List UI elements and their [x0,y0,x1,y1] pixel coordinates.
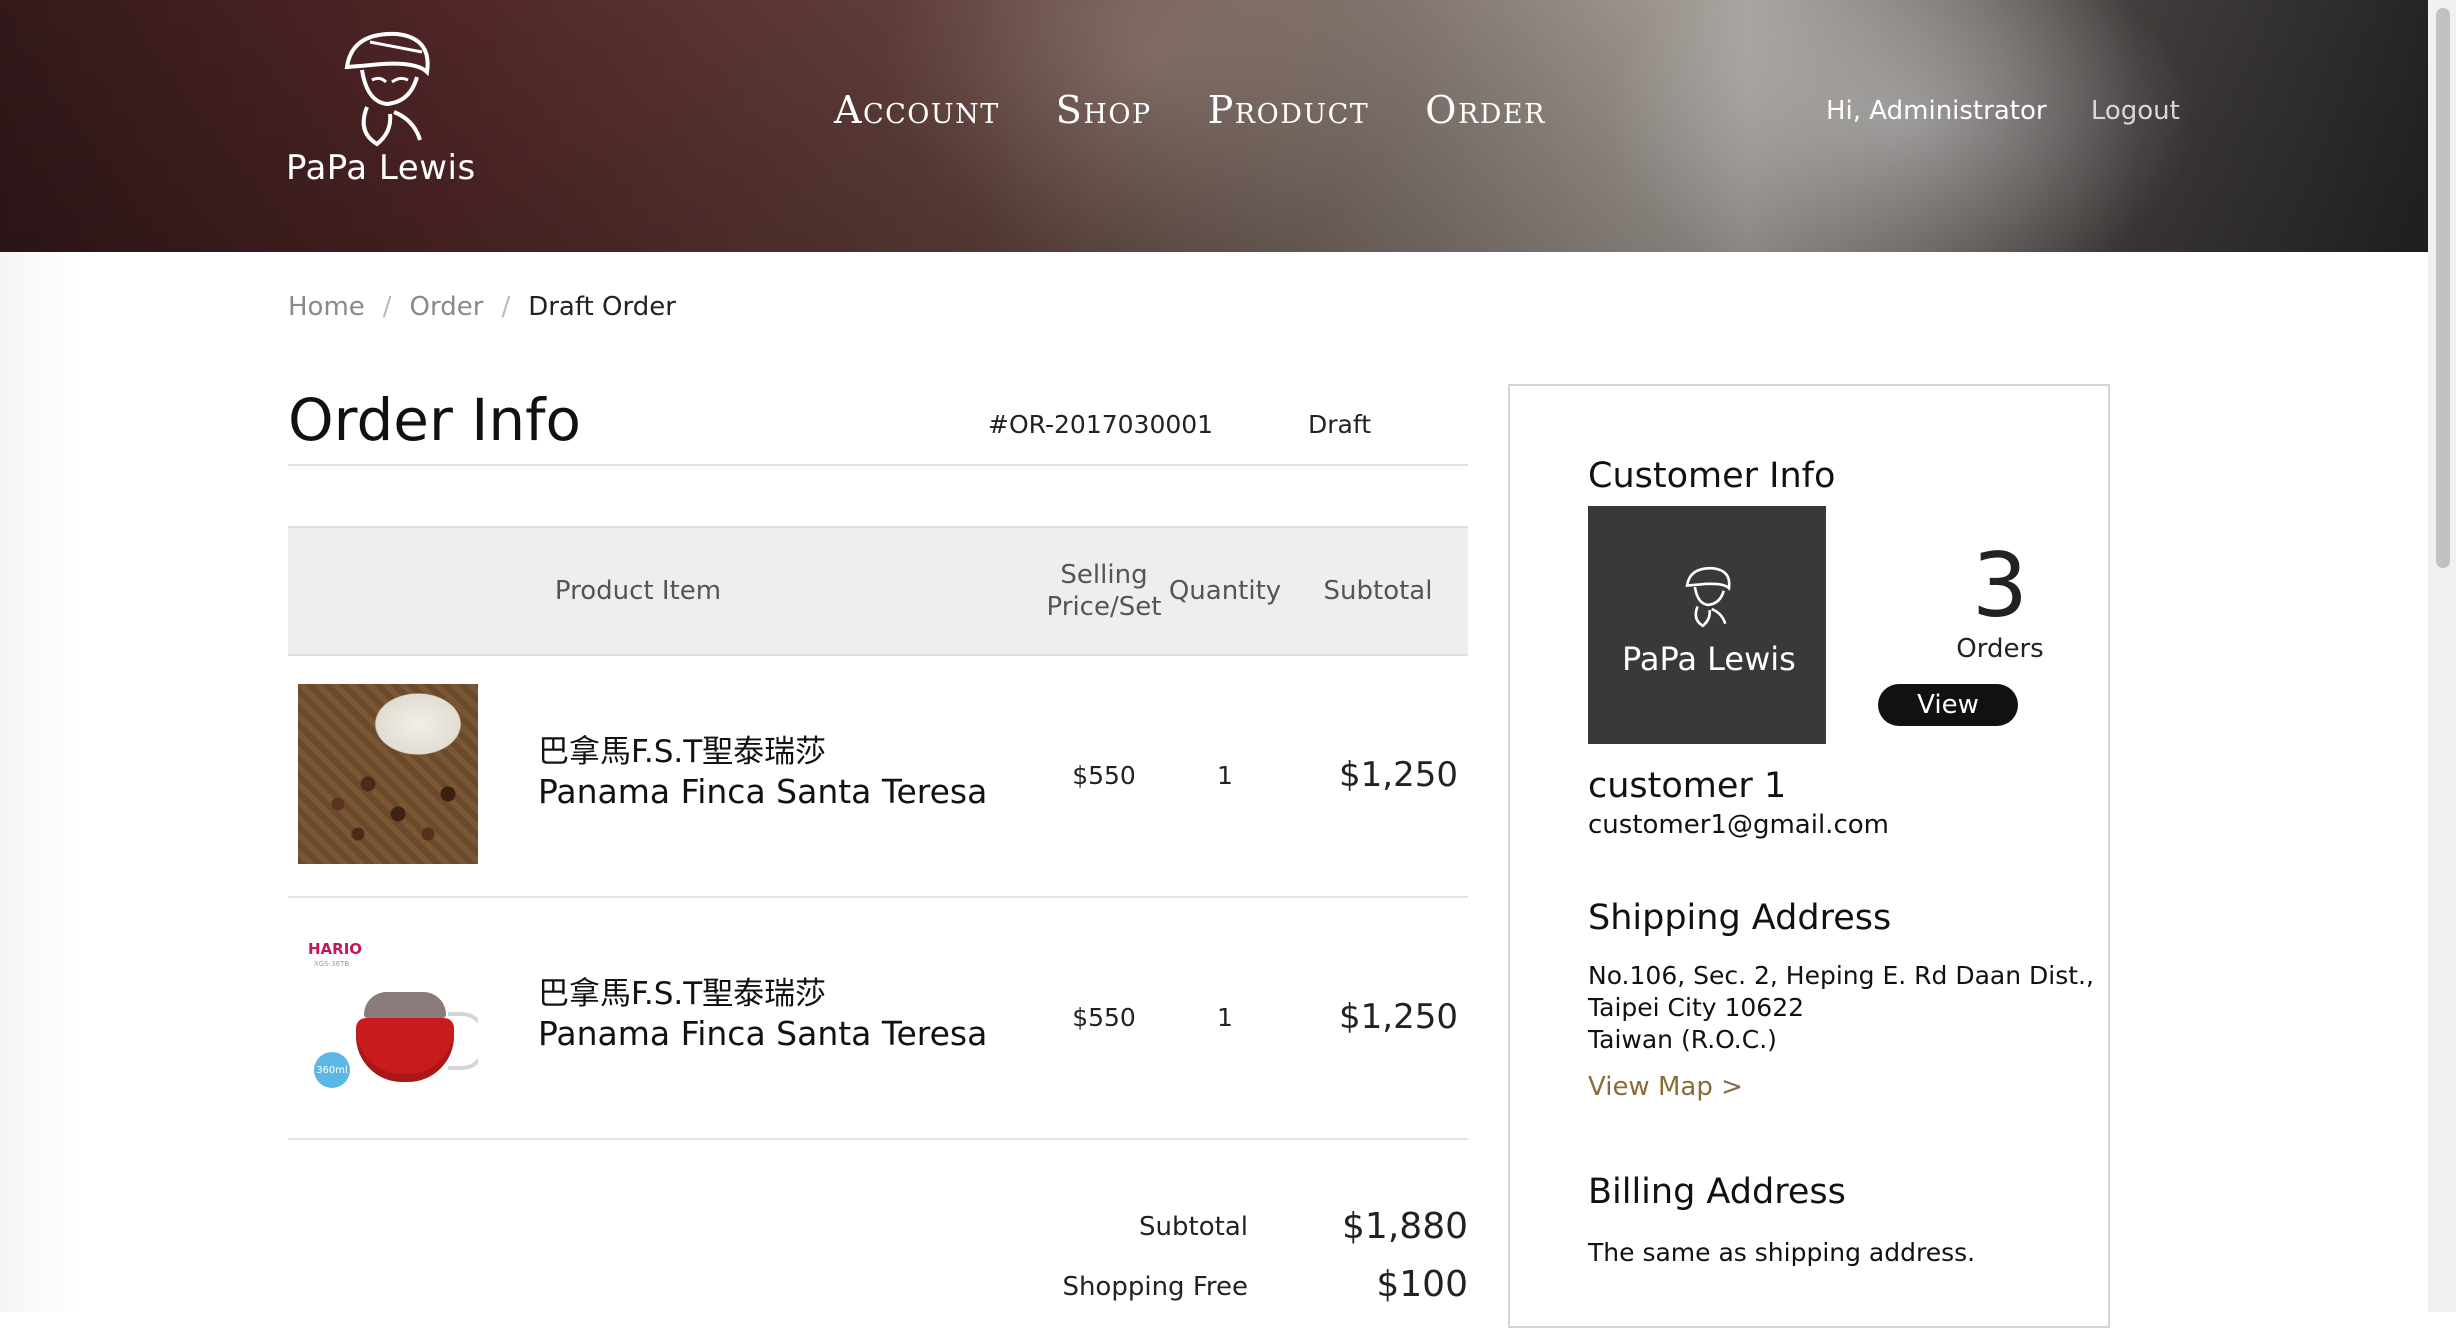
table-row: HARIO XGS-36TB 360ml 巴拿馬F.S.T聖泰瑞莎 Panama… [288,896,1468,1140]
breadcrumb-separator: / [382,292,392,322]
column-header-subtotal: Subtotal [1323,576,1433,606]
breadcrumb-separator: / [501,292,511,322]
main-nav: Account Shop Product Order [834,88,1602,132]
billing-address-heading: Billing Address [1588,1172,1846,1212]
shipping-value: $100 [1376,1264,1468,1305]
customer-info-heading: Customer Info [1588,456,1836,496]
page-title: Order Info [288,386,582,454]
product-image-hario-pot[interactable]: HARIO XGS-36TB 360ml [298,926,478,1106]
row-subtotal: $1,250 [1339,997,1458,1037]
hario-model-text: XGS-36TB [314,960,350,968]
breadcrumb-current: Draft Order [528,292,676,322]
product-name-zh: 巴拿馬F.S.T聖泰瑞莎 [538,734,827,770]
subtotal-label: Subtotal [1139,1212,1248,1242]
orders-count: 3 [1972,534,2028,637]
product-name-en: Panama Finca Santa Teresa [538,1014,988,1053]
quantity: 1 [1217,1002,1233,1032]
address-line: Taipei City 10622 [1588,993,1805,1022]
orders-label: Orders [1956,634,2044,664]
customer-email: customer1@gmail.com [1588,810,1889,840]
nav-order[interactable]: Order [1425,88,1546,132]
billing-address-text: The same as shipping address. [1588,1238,1976,1267]
brand-name: PaPa Lewis [286,148,476,188]
divider [288,464,1468,466]
breadcrumb-order[interactable]: Order [410,292,484,322]
customer-info-panel: Customer Info PaPa Lewis 3 Orders View c… [1508,384,2110,1328]
address-line: No.106, Sec. 2, Heping E. Rd Daan Dist., [1588,961,2094,990]
order-number: #OR-2017030001 [988,410,1214,439]
column-header-item: Product Item [554,576,722,606]
breadcrumb: Home / Order / Draft Order [288,292,676,322]
subtotal-value: $1,880 [1342,1206,1468,1247]
user-menu: Hi, Administrator Logout [1826,96,2180,126]
page-edge-shadow [0,252,80,1312]
pot-body-shape [356,1018,454,1082]
nav-account[interactable]: Account [834,88,1000,132]
view-orders-button[interactable]: View [1878,684,2018,726]
view-map-link[interactable]: View Map > [1588,1072,1743,1102]
table-header: Product Item Selling Price/Set Quantity … [288,526,1468,656]
product-name: 巴拿馬F.S.T聖泰瑞莎 Panama Finca Santa Teresa [538,732,987,812]
papa-lewis-logo-icon [1685,566,1731,628]
avatar-brand-text: PaPa Lewis [1622,640,1796,678]
selling-price: $550 [1072,1002,1136,1032]
hario-brand-text: HARIO [308,940,363,958]
scrollbar-thumb[interactable] [2436,8,2450,568]
row-subtotal: $1,250 [1339,755,1458,795]
column-header-quantity: Quantity [1168,576,1282,606]
logout-link[interactable]: Logout [2091,96,2180,126]
avatar: PaPa Lewis [1588,506,1826,744]
shipping-address: No.106, Sec. 2, Heping E. Rd Daan Dist.,… [1588,960,2094,1056]
selling-price: $550 [1072,760,1136,790]
breadcrumb-home[interactable]: Home [288,292,365,322]
shipping-label: Shopping Free [1062,1272,1248,1302]
product-name: 巴拿馬F.S.T聖泰瑞莎 Panama Finca Santa Teresa [538,974,987,1054]
volume-badge: 360ml [314,1052,350,1088]
quantity: 1 [1217,760,1233,790]
column-header-price: Selling Price/Set [1046,560,1162,622]
pot-lid-shape [364,992,446,1018]
nav-shop[interactable]: Shop [1056,88,1152,132]
shipping-address-heading: Shipping Address [1588,898,1892,938]
user-greeting[interactable]: Hi, Administrator [1826,96,2047,126]
coffee-beans-image [298,684,478,864]
hario-pot-image: HARIO XGS-36TB 360ml [298,926,478,1106]
address-line: Taiwan (R.O.C.) [1588,1025,1777,1054]
nav-product[interactable]: Product [1208,88,1370,132]
product-name-en: Panama Finca Santa Teresa [538,772,988,811]
brand-logo[interactable]: PaPa Lewis [282,22,492,192]
papa-lewis-logo-icon [344,31,430,147]
product-image-coffee-beans[interactable] [298,684,478,864]
customer-name: customer 1 [1588,766,1787,806]
order-status: Draft [1308,410,1372,439]
table-row: 巴拿馬F.S.T聖泰瑞莎 Panama Finca Santa Teresa $… [288,654,1468,898]
pot-handle-shape [448,1012,478,1070]
product-name-zh: 巴拿馬F.S.T聖泰瑞莎 [538,976,827,1012]
